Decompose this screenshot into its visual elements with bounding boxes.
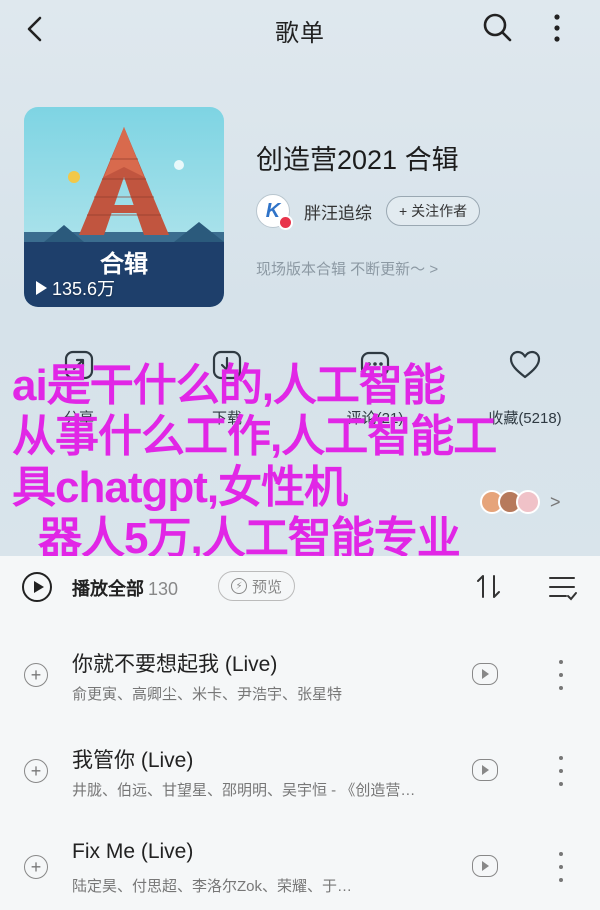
song-more-icon[interactable] bbox=[558, 756, 564, 786]
creator-name[interactable]: 胖汪追综 bbox=[304, 199, 372, 224]
preview-label: 预览 bbox=[252, 578, 283, 596]
play-all-row: 播放全部 130 ⚡ 预览 bbox=[22, 570, 582, 606]
song-row[interactable]: + 我管你 (Live) 井胧、伯远、甘望星、邵明明、吴宇恒 - 《创造营… bbox=[0, 722, 600, 818]
play-all-button[interactable]: 播放全部 130 bbox=[72, 575, 178, 601]
preview-button[interactable]: ⚡ 预览 bbox=[218, 571, 296, 601]
follow-creator-button[interactable]: + 关注作者 bbox=[386, 196, 481, 226]
play-all-icon[interactable] bbox=[22, 572, 52, 602]
song-title: Fix Me (Live) bbox=[72, 840, 194, 863]
playlist-title: 创造营2021 合辑 bbox=[256, 145, 459, 175]
top-nav-bar: 歌单 bbox=[0, 0, 600, 56]
playlist-cover[interactable]: 合辑 135.6万 bbox=[24, 107, 224, 307]
multi-select-icon[interactable] bbox=[546, 572, 578, 602]
search-icon[interactable] bbox=[480, 10, 514, 44]
overlay-line: 具chatgpt,女性机 bbox=[12, 463, 348, 512]
play-count-value: 135.6万 bbox=[52, 279, 116, 299]
add-song-icon[interactable]: + bbox=[24, 855, 48, 879]
song-more-icon[interactable] bbox=[558, 660, 564, 690]
add-song-icon[interactable]: + bbox=[24, 759, 48, 783]
song-artists: 陆定昊、付思超、李洛尔Zok、荣耀、于… bbox=[72, 878, 353, 895]
song-row[interactable]: + Fix Me (Live) 陆定昊、付思超、李洛尔Zok、荣耀、于… bbox=[0, 818, 600, 910]
sort-icon[interactable] bbox=[474, 570, 504, 604]
overlay-line: 从事什么工作,人工智能工 bbox=[12, 412, 497, 461]
cover-title-text: 合辑 bbox=[100, 250, 148, 278]
song-row[interactable]: + 你就不要想起我 (Live) 俞更寅、高卿尘、米卡、尹浩宇、张星特 bbox=[0, 626, 600, 722]
video-play-icon[interactable] bbox=[472, 759, 498, 781]
song-artists: 井胧、伯远、甘望星、邵明明、吴宇恒 - 《创造营… bbox=[72, 782, 416, 799]
video-play-icon[interactable] bbox=[472, 663, 498, 685]
song-title: 你就不要想起我 (Live) bbox=[72, 653, 278, 676]
more-vertical-icon[interactable] bbox=[542, 10, 572, 46]
overlay-line: ai是干什么的,人工智能 bbox=[12, 361, 446, 410]
song-more-icon[interactable] bbox=[558, 852, 564, 882]
play-all-label: 播放全部 bbox=[72, 579, 144, 599]
video-play-icon[interactable] bbox=[472, 855, 498, 877]
creator-avatar[interactable]: K bbox=[256, 194, 293, 230]
song-title: 我管你 (Live) bbox=[72, 749, 194, 772]
verified-badge-icon bbox=[278, 215, 293, 230]
play-count: 135.6万 bbox=[36, 275, 115, 301]
bolt-icon: ⚡ bbox=[231, 578, 247, 594]
play-triangle-icon bbox=[36, 281, 47, 295]
song-artists: 俞更寅、高卿尘、米卡、尹浩宇、张星特 bbox=[72, 686, 343, 703]
add-song-icon[interactable]: + bbox=[24, 663, 48, 687]
creator-row: K 胖汪追综 + 关注作者 bbox=[256, 194, 481, 230]
overlay-caption: ai是干什么的,人工智能 从事什么工作,人工智能工 具chatgpt,女性机 器… bbox=[12, 360, 592, 564]
playlist-description[interactable]: 现场版本合辑 不断更新～ > bbox=[256, 258, 438, 279]
song-count: 130 bbox=[148, 579, 179, 599]
